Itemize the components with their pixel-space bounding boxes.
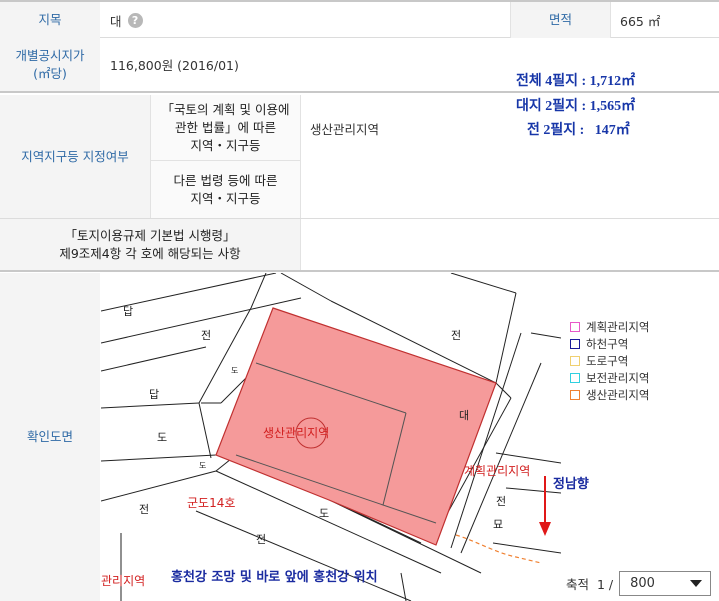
land-category-label: 지목 <box>0 2 100 38</box>
map-legend: 계획관리지역 하천구역 도로구역 보전관리지역 생산관리지역 <box>570 318 649 403</box>
legend-label: 생산관리지역 <box>586 387 650 402</box>
legend-item: 하천구역 <box>570 335 649 352</box>
map-zone-label: 생산관리지역 <box>263 426 329 440</box>
confirmation-map[interactable]: 답 전 전 답 도 도 도 전 대 도 전 전 묘 생산관리지역 군도14호 계… <box>101 273 561 601</box>
map-bottom-zone-label: 관리지역 <box>101 574 145 588</box>
zoning-other-law-label: 다른 법령 등에 따른 지역・지구등 <box>150 161 301 218</box>
map-caption: 홍천강 조망 및 바로 앞에 홍천강 위치 <box>171 569 378 585</box>
legend-swatch <box>570 389 580 400</box>
map-label-do: 도 <box>157 431 167 444</box>
zoning-sub1-line2: 관한 법률」에 따른 <box>175 119 276 135</box>
map-label-jeon: 전 <box>496 495 506 508</box>
map-plan-zone-label: 계획관리지역 <box>464 464 530 478</box>
scale-label: 축적 1 / <box>566 577 614 592</box>
row-enforcement: 「토지이용규제 기본법 시행령」 제9조제4항 각 호에 해당되는 사항 <box>0 219 719 272</box>
chevron-down-icon <box>690 580 703 587</box>
scale-select[interactable]: 800 <box>619 571 712 596</box>
area-label: 면적 <box>510 2 611 38</box>
official-price-label-line2: (㎡당) <box>33 65 67 81</box>
map-label-jeon: 전 <box>139 503 149 516</box>
subject-parcel[interactable] <box>215 307 497 546</box>
scale-control: 축적 1 / 800 <box>566 571 712 596</box>
area-value: 665 ㎡ <box>620 13 661 29</box>
scale-value: 800 <box>630 576 655 591</box>
map-label-dap: 답 <box>149 388 159 401</box>
legend-label: 하천구역 <box>586 336 629 351</box>
zoning-sub1-line1: 「국토의 계획 및 이용에 <box>161 101 290 117</box>
map-label-do: 도 <box>199 461 206 470</box>
legend-item: 계획관리지역 <box>570 318 649 335</box>
official-price-value: 116,800원 (2016/01) <box>110 58 239 73</box>
row-zoning: 지역지구등 지정여부 「국토의 계획 및 이용에 관한 법률」에 따른 지역・지… <box>0 95 719 219</box>
map-label-dae: 대 <box>459 409 469 422</box>
map-label-jeon: 전 <box>451 329 461 342</box>
land-category-value: 대 ? <box>110 2 143 38</box>
direction-label: 정남향 <box>553 477 589 492</box>
zoning-national-law-label: 「국토의 계획 및 이용에 관한 법률」에 따른 지역・지구등 <box>150 95 301 161</box>
legend-swatch <box>570 321 580 332</box>
legend-swatch <box>570 338 580 349</box>
note-total: 전체 4필지 : 1,712㎡ <box>516 74 636 89</box>
map-label-jeon: 전 <box>201 329 211 342</box>
zoning-sub1-line3: 지역・지구등 <box>190 137 261 153</box>
official-price-label-line1: 개별공시지가 <box>15 47 85 63</box>
zoning-national-law-value: 생산관리지역 <box>310 121 380 137</box>
row-land-category: 지목 대 ? 면적 665 ㎡ <box>0 0 719 38</box>
enforcement-line1: 「토지이용규제 기본법 시행령」 <box>64 227 236 243</box>
zoning-label: 지역지구등 지정여부 <box>0 95 150 218</box>
legend-item: 생산관리지역 <box>570 386 649 403</box>
legend-label: 보전관리지역 <box>586 370 650 385</box>
map-label-dap: 답 <box>123 305 133 318</box>
legend-label: 도로구역 <box>586 353 629 368</box>
map-label-do: 도 <box>319 507 329 520</box>
official-price-label: 개별공시지가 (㎡당) <box>0 38 100 91</box>
enforcement-label: 「토지이용규제 기본법 시행령」 제9조제4항 각 호에 해당되는 사항 <box>0 219 301 270</box>
south-arrow-icon <box>539 476 551 536</box>
legend-item: 보전관리지역 <box>570 369 649 386</box>
help-icon[interactable]: ? <box>127 12 143 28</box>
legend-item: 도로구역 <box>570 352 649 369</box>
map-section-label: 확인도면 <box>0 273 100 601</box>
parcel-map-svg: 답 전 전 답 도 도 도 전 대 도 전 전 묘 생산관리지역 군도14호 계… <box>101 273 561 601</box>
map-label-myo: 묘 <box>493 518 503 531</box>
map-road-label: 군도14호 <box>187 496 235 510</box>
zoning-sub2-line2: 지역・지구등 <box>190 190 261 206</box>
enforcement-line2: 제9조제4항 각 호에 해당되는 사항 <box>59 245 241 261</box>
map-label-do: 도 <box>231 366 238 375</box>
legend-swatch <box>570 355 580 366</box>
zoning-sub2-line1: 다른 법령 등에 따른 <box>173 172 278 188</box>
legend-swatch <box>570 372 580 383</box>
land-category-text: 대 <box>110 13 122 29</box>
map-label-jeon: 전 <box>256 533 266 546</box>
legend-label: 계획관리지역 <box>586 319 650 334</box>
